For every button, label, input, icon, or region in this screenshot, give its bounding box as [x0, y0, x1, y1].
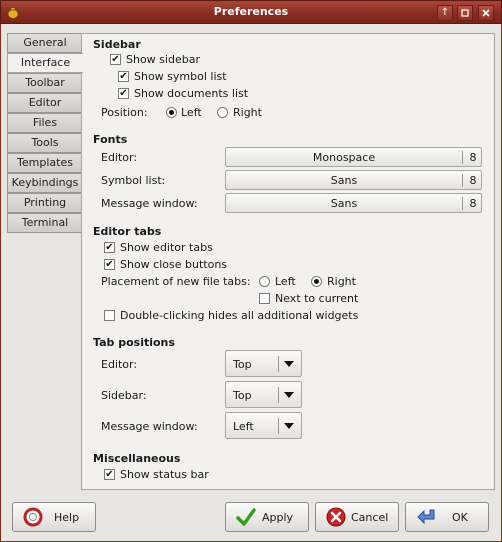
cancel-button-label: Cancel: [351, 511, 389, 524]
dropdown-arrow-icon: [284, 423, 294, 429]
tab-terminal[interactable]: Terminal: [7, 213, 82, 233]
placement-right-radio[interactable]: [311, 276, 322, 287]
editor-tabs-section-title: Editor tabs: [93, 225, 162, 238]
close-button[interactable]: [478, 5, 494, 21]
symbol-font-label: Symbol list:: [101, 174, 166, 187]
position-left-label: Left: [181, 106, 202, 119]
cancel-icon: [326, 507, 346, 527]
placement-label: Placement of new file tabs:: [101, 275, 251, 288]
message-font-label: Message window:: [101, 197, 198, 210]
separator: [462, 151, 463, 164]
title-bar: Preferences ↑: [0, 0, 502, 24]
ok-button-label: OK: [452, 511, 468, 524]
position-right-label: Right: [233, 106, 262, 119]
window-square-icon: [461, 9, 469, 17]
sidebar-tab-position-value: Top: [233, 389, 252, 402]
help-button-label: Help: [54, 511, 80, 524]
tab-general[interactable]: General: [7, 33, 82, 53]
help-button[interactable]: Help: [12, 502, 96, 532]
misc-section-title: Miscellaneous: [93, 452, 181, 465]
show-documents-list-label: Show documents list: [134, 87, 249, 100]
show-editor-tabs-label: Show editor tabs: [120, 241, 213, 254]
show-status-bar-label: Show status bar: [120, 468, 209, 481]
help-lifebuoy-icon: [23, 507, 43, 527]
tab-editor[interactable]: Editor: [7, 93, 82, 113]
message-font-size: 8: [469, 197, 477, 210]
editor-font-size: 8: [469, 151, 477, 164]
symbol-font-size: 8: [469, 174, 477, 187]
tab-list: General Interface Toolbar Editor Files T…: [7, 33, 83, 233]
sidebar-position-label: Position:: [101, 106, 148, 119]
editor-font-label: Editor:: [101, 151, 138, 164]
separator: [462, 197, 463, 210]
message-tab-position-combo[interactable]: Left: [225, 412, 302, 439]
message-font-button[interactable]: Sans 8: [225, 193, 482, 213]
symbol-font-button[interactable]: Sans 8: [225, 170, 482, 190]
tab-toolbar[interactable]: Toolbar: [7, 73, 82, 93]
message-tab-position-label: Message window:: [101, 420, 198, 433]
show-close-buttons-checkbox[interactable]: ✔: [104, 259, 115, 270]
tab-keybindings[interactable]: Keybindings: [7, 173, 82, 193]
editor-tab-position-value: Top: [233, 358, 252, 371]
show-symbol-list-label: Show symbol list: [134, 70, 227, 83]
editor-tab-position-label: Editor:: [101, 358, 138, 371]
editor-tab-position-combo[interactable]: Top: [225, 350, 302, 377]
apply-button[interactable]: Apply: [225, 502, 309, 532]
position-left-radio[interactable]: [166, 107, 177, 118]
show-editor-tabs-checkbox[interactable]: ✔: [104, 242, 115, 253]
apply-button-label: Apply: [262, 511, 294, 524]
separator: [278, 387, 279, 403]
editor-font-name: Monospace: [312, 151, 376, 164]
sidebar-tab-position-label: Sidebar:: [101, 389, 147, 402]
next-to-current-checkbox[interactable]: [259, 293, 270, 304]
checkmark-icon: [236, 508, 256, 526]
message-tab-position-value: Left: [233, 420, 254, 433]
double-click-hides-label: Double-clicking hides all additional wid…: [120, 309, 359, 322]
fonts-section-title: Fonts: [93, 133, 128, 146]
double-click-hides-checkbox[interactable]: [104, 310, 115, 321]
window-title: Preferences: [213, 5, 289, 18]
tab-positions-section-title: Tab positions: [93, 336, 175, 349]
position-right-radio[interactable]: [217, 107, 228, 118]
message-font-name: Sans: [330, 197, 358, 210]
show-documents-list-checkbox[interactable]: ✔: [118, 88, 129, 99]
sidebar-tab-position-combo[interactable]: Top: [225, 381, 302, 408]
tab-templates[interactable]: Templates: [7, 153, 82, 173]
tab-interface[interactable]: Interface: [7, 53, 83, 73]
show-close-buttons-label: Show close buttons: [120, 258, 228, 271]
show-sidebar-checkbox[interactable]: ✔: [110, 54, 121, 65]
cancel-button[interactable]: Cancel: [315, 502, 399, 532]
close-icon: [482, 9, 490, 17]
show-status-bar-checkbox[interactable]: ✔: [104, 469, 115, 480]
tab-files[interactable]: Files: [7, 113, 82, 133]
editor-font-button[interactable]: Monospace 8: [225, 147, 482, 167]
ok-arrow-icon: [417, 509, 435, 525]
separator: [278, 418, 279, 434]
ok-button[interactable]: OK: [405, 502, 489, 532]
show-sidebar-label: Show sidebar: [126, 53, 200, 66]
separator: [462, 174, 463, 187]
symbol-font-name: Sans: [330, 174, 358, 187]
tab-printing[interactable]: Printing: [7, 193, 82, 213]
separator: [278, 356, 279, 372]
placement-left-radio[interactable]: [259, 276, 270, 287]
sidebar-section-title: Sidebar: [93, 38, 141, 51]
placement-right-label: Right: [327, 275, 356, 288]
next-to-current-label: Next to current: [275, 292, 359, 305]
tab-tools[interactable]: Tools: [7, 133, 82, 153]
restore-button[interactable]: [457, 5, 473, 21]
dropdown-arrow-icon: [284, 392, 294, 398]
dropdown-arrow-icon: [284, 361, 294, 367]
maximize-up-icon[interactable]: ↑: [437, 5, 453, 21]
show-symbol-list-checkbox[interactable]: ✔: [118, 71, 129, 82]
placement-left-label: Left: [275, 275, 296, 288]
